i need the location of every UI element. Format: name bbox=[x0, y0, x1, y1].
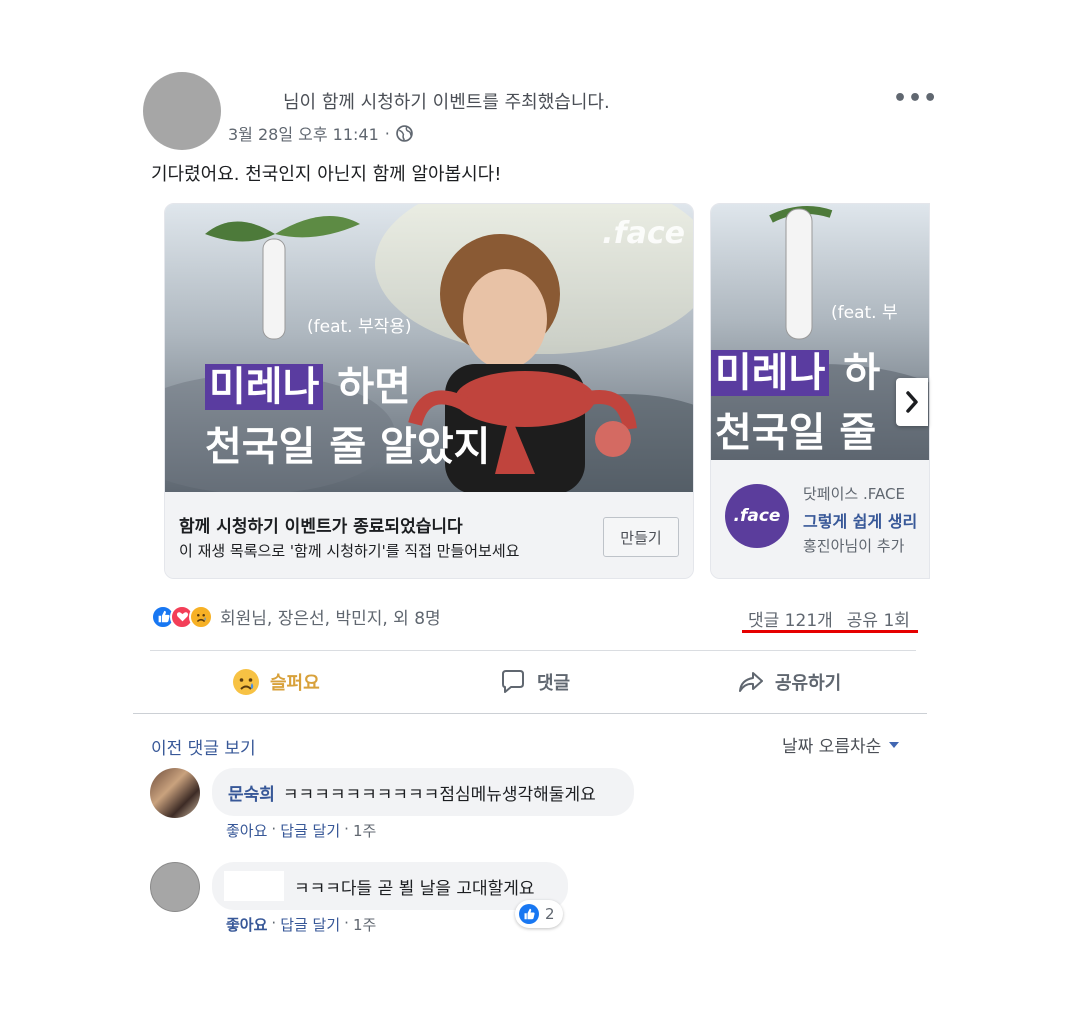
thumbnail-headline-2-2: 천국일 줄 bbox=[715, 410, 877, 456]
comment-time[interactable]: 1주 bbox=[353, 820, 376, 841]
dot-separator: · bbox=[271, 820, 277, 838]
commenter-avatar[interactable] bbox=[150, 862, 200, 912]
headline-rest: 하면 bbox=[323, 364, 411, 410]
comment-like-link[interactable]: 좋아요 bbox=[226, 820, 267, 841]
caret-down-icon bbox=[889, 741, 900, 748]
like-count-value: 2 bbox=[545, 905, 555, 923]
card-info: 함께 시청하기 이벤트가 종료되었습니다 이 재생 목록으로 '함께 시청하기'… bbox=[165, 492, 693, 578]
comment-like-count[interactable]: 2 bbox=[515, 900, 563, 928]
thumbnail-headline-2: 천국일 줄 알았지 bbox=[205, 424, 491, 470]
sad-face-icon bbox=[233, 669, 259, 695]
video-thumbnail[interactable]: .face (feat. 부작용) 미레나 하면 천국일 줄 알았지 bbox=[165, 204, 693, 494]
post-meta: 3월 28일 오후 11:41 · bbox=[228, 121, 413, 145]
carousel-card-1[interactable]: .face (feat. 부작용) 미레나 하면 천국일 줄 알았지 함께 시청… bbox=[164, 203, 694, 579]
meta-separator: · bbox=[384, 123, 390, 143]
comment-reply-link[interactable]: 답글 달기 bbox=[280, 820, 340, 841]
page-logo[interactable]: .face bbox=[725, 484, 789, 548]
divider bbox=[133, 713, 927, 714]
comment-button[interactable]: 댓글 bbox=[499, 666, 570, 698]
reactors-text[interactable]: 회원님, 장은선, 박민지, 외 8명 bbox=[220, 604, 441, 629]
card2-line3: 홍진아님이 추가 bbox=[803, 537, 905, 555]
card-info-2: .face 닷페이스 .FACE 그렇게 쉽게 생리 홍진아님이 추가 bbox=[711, 460, 929, 578]
comment-actions: 좋아요 · 답글 달기 · 1주 bbox=[226, 820, 376, 841]
sad-reaction-icon bbox=[189, 604, 213, 629]
divider bbox=[150, 650, 916, 651]
share-label: 공유하기 bbox=[775, 673, 842, 694]
comment-reply-link[interactable]: 답글 달기 bbox=[280, 914, 340, 935]
shares-count[interactable]: 공유 1회 bbox=[847, 606, 910, 631]
reactions-summary[interactable]: 회원님, 장은선, 박민지, 외 8명 bbox=[151, 604, 441, 629]
host-avatar[interactable] bbox=[143, 72, 221, 150]
comment-label: 댓글 bbox=[537, 673, 571, 694]
comment-text: ㅋㅋㅋ다들 곧 뵐 날을 고대할게요 bbox=[294, 878, 535, 899]
share-button[interactable]: 공유하기 bbox=[737, 666, 841, 698]
globe-icon bbox=[396, 124, 413, 142]
thumbnail-headline-1: 미레나 하면 bbox=[205, 354, 411, 412]
facebook-post: 님이 함께 시청하기 이벤트를 주최했습니다. 3월 28일 오후 11:41 … bbox=[0, 0, 1069, 1024]
make-button[interactable]: 만들기 bbox=[603, 517, 679, 557]
thumbnail-feat-text: (feat. 부작용) bbox=[307, 317, 412, 337]
like-icon bbox=[519, 904, 539, 924]
comments-count[interactable]: 댓글 121개 bbox=[748, 606, 833, 631]
comment-actions: 좋아요 · 답글 달기 · 1주 bbox=[226, 914, 376, 935]
comment-text: ㅋㅋㅋㅋㅋㅋㅋㅋㅋㅋ점심메뉴생각해둘게요 bbox=[282, 784, 596, 805]
more-options-icon[interactable]: ••• bbox=[893, 86, 938, 111]
card-title: 함께 시청하기 이벤트가 종료되었습니다 bbox=[179, 517, 463, 537]
chevron-right-icon bbox=[906, 391, 918, 413]
red-underline-annotation bbox=[742, 630, 918, 633]
headline-highlight: 미레나 bbox=[205, 364, 324, 410]
comment-bubble: 문숙희 ㅋㅋㅋㅋㅋㅋㅋㅋㅋㅋ점심메뉴생각해둘게요 bbox=[212, 768, 634, 816]
comment-like-link[interactable]: 좋아요 bbox=[226, 914, 267, 935]
sad-label: 슬퍼요 bbox=[270, 673, 320, 694]
headline-highlight-2: 미레나 bbox=[711, 350, 830, 396]
thumbnail-headline-2-1: 미레나 하 bbox=[711, 340, 880, 398]
dot-separator: · bbox=[344, 820, 349, 838]
card2-line1: 닷페이스 .FACE bbox=[803, 485, 905, 503]
sad-reaction-button[interactable]: 슬퍼요 bbox=[232, 666, 320, 698]
redacted-author-name bbox=[224, 871, 284, 901]
headline-rest-2: 하 bbox=[829, 350, 881, 396]
card2-line2[interactable]: 그렇게 쉽게 생리 bbox=[803, 508, 917, 532]
dot-separator: · bbox=[344, 914, 349, 932]
carousel-next-button[interactable] bbox=[896, 378, 928, 426]
post-timestamp[interactable]: 3월 28일 오후 11:41 bbox=[228, 121, 379, 145]
share-icon bbox=[739, 672, 763, 692]
view-previous-comments-link[interactable]: 이전 댓글 보기 bbox=[151, 734, 256, 759]
post-header-text: 님이 함께 시청하기 이벤트를 주최했습니다. bbox=[283, 92, 610, 113]
thumbnail-feat-text-2: (feat. 부 bbox=[831, 303, 898, 323]
comment-icon bbox=[502, 670, 524, 693]
brand-watermark: .face bbox=[602, 216, 685, 251]
sort-label: 날짜 오름차순 bbox=[782, 737, 882, 757]
dot-separator: · bbox=[271, 914, 277, 932]
engagement-counts: 댓글 121개 공유 1회 bbox=[748, 606, 910, 631]
post-text: 기다렸어요. 천국인지 아닌지 함께 알아봅시다! bbox=[151, 164, 502, 185]
comment-author[interactable]: 문숙희 bbox=[228, 780, 275, 805]
comment-time[interactable]: 1주 bbox=[353, 914, 376, 935]
commenter-avatar[interactable] bbox=[150, 768, 200, 818]
comment-bubble: ㅋㅋㅋ다들 곧 뵐 날을 고대할게요 bbox=[212, 862, 568, 910]
card-subtitle: 이 재생 목록으로 '함께 시청하기'를 직접 만들어보세요 bbox=[179, 542, 520, 560]
comment-sort-dropdown[interactable]: 날짜 오름차순 bbox=[782, 732, 900, 757]
